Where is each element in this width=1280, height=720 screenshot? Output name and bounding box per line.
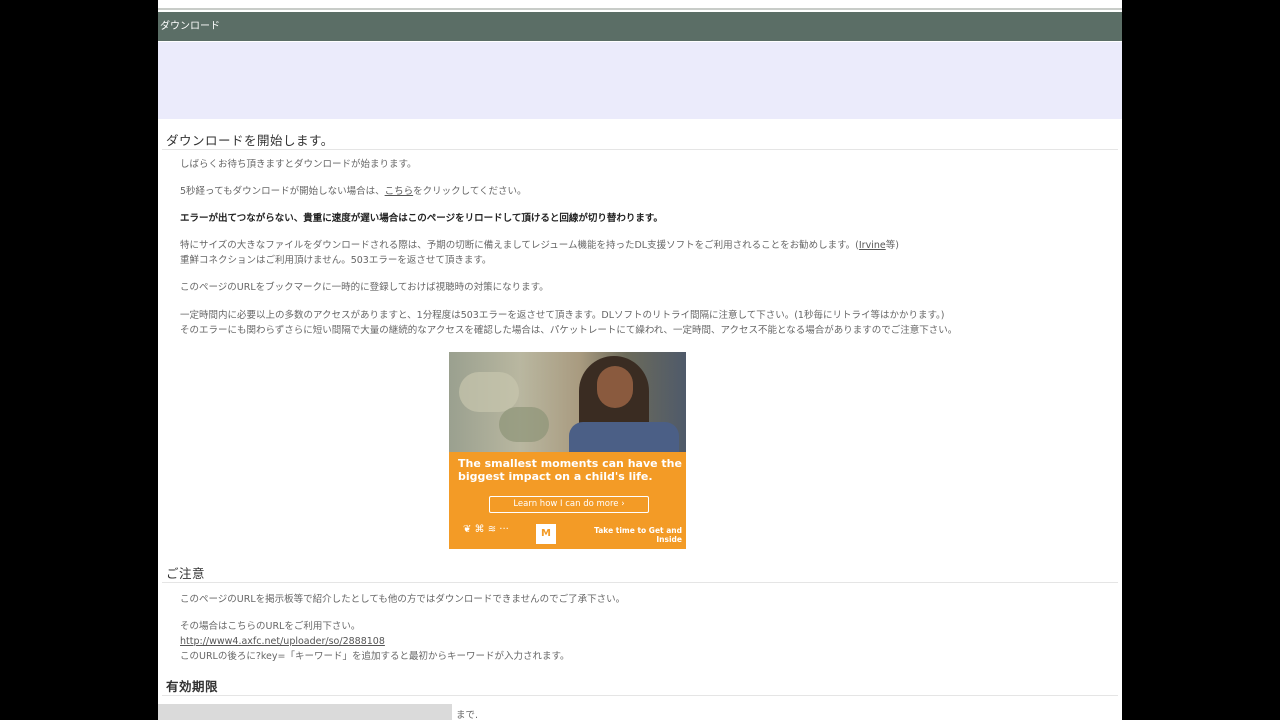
irvine-suffix: 等) xyxy=(885,240,899,251)
irvine-link[interactable]: Irvine xyxy=(859,240,886,251)
banner-headline: The smallest moments can have the bigges… xyxy=(458,457,682,483)
caution-line-3: このURLの後ろに?key=「キーワード」を追加すると最初からキーワードが入力さ… xyxy=(180,651,570,662)
caution-heading: ご注意 xyxy=(166,566,206,581)
browser-page: ダウンロード ダウンロードを開始します。 しばらくお待ち頂きますとダウンロードが… xyxy=(158,0,1122,720)
alternate-url-link[interactable]: http://www4.axfc.net/uploader/so/2888108 xyxy=(180,636,385,647)
caution-line-1: このページのURLを掲示板等で紹介したとしても他の方ではダウンロードできませんの… xyxy=(180,594,626,605)
page-title-bar: ダウンロード xyxy=(158,12,1122,41)
top-border xyxy=(158,0,1122,10)
section-divider xyxy=(162,695,1118,696)
download-heading: ダウンロードを開始します。 xyxy=(166,133,334,148)
expiry-date-field xyxy=(158,704,452,720)
click-here-suffix: をクリックしてください。 xyxy=(413,186,527,197)
reload-notice: エラーが出てつながらない、貴重に速度が遅い場合はこのページをリロードして頂けると… xyxy=(180,213,663,224)
section-divider xyxy=(162,149,1118,150)
click-here-link[interactable]: こちら xyxy=(385,186,414,197)
download-line-2: 5秒経ってもダウンロードが開始しない場合は、こちらをクリックしてください。 xyxy=(180,185,527,199)
banner-brand-icon: M xyxy=(536,524,556,544)
download-line-4: 特にサイズの大きなファイルをダウンロードされる際は、予期の切断に備えましてレジュ… xyxy=(180,239,899,253)
download-line-1: しばらくお待ち頂きますとダウンロードが始まります。 xyxy=(180,159,417,170)
ad-banner-area xyxy=(158,42,1122,119)
section-divider xyxy=(162,582,1118,583)
download-line-7: 一定時間内に必要以上の多数のアクセスがありますと、1分程度は503エラーを返させ… xyxy=(180,310,945,321)
caution-line-2: その場合はこちらのURLをご利用下さい。 xyxy=(180,621,361,632)
banner-tagline: Take time to Get and Inside xyxy=(594,526,682,544)
download-line-5: 重鮮コネクションはご利用頂けません。503エラーを返させて頂きます。 xyxy=(180,255,492,266)
download-line-4-text: 特にサイズの大きなファイルをダウンロードされる際は、予期の切断に備えましてレジュ… xyxy=(180,240,859,251)
expiry-suffix: まで. xyxy=(456,710,479,720)
download-line-8: そのエラーにも関わらずさらに短い間隔で大量の継続的なアクセスを確認した場合は、パ… xyxy=(180,325,958,336)
expiry-heading: 有効期限 xyxy=(166,679,219,694)
ad-banner[interactable]: The smallest moments can have the bigges… xyxy=(449,352,686,549)
banner-logo-icon: ❦ ⌘ ≋ ··· xyxy=(463,524,509,535)
banner-cta-button[interactable]: Learn how I can do more › xyxy=(489,496,649,513)
banner-photo xyxy=(449,352,686,452)
banner-orange-panel: The smallest moments can have the bigges… xyxy=(449,452,686,549)
download-line-2-text: 5秒経ってもダウンロードが開始しない場合は、 xyxy=(180,186,385,197)
download-line-6: このページのURLをブックマークに一時的に登録しておけば視聴時の対策になります。 xyxy=(180,282,549,293)
caution-url-line: http://www4.axfc.net/uploader/so/2888108 xyxy=(180,635,385,649)
page-title: ダウンロード xyxy=(160,21,220,32)
